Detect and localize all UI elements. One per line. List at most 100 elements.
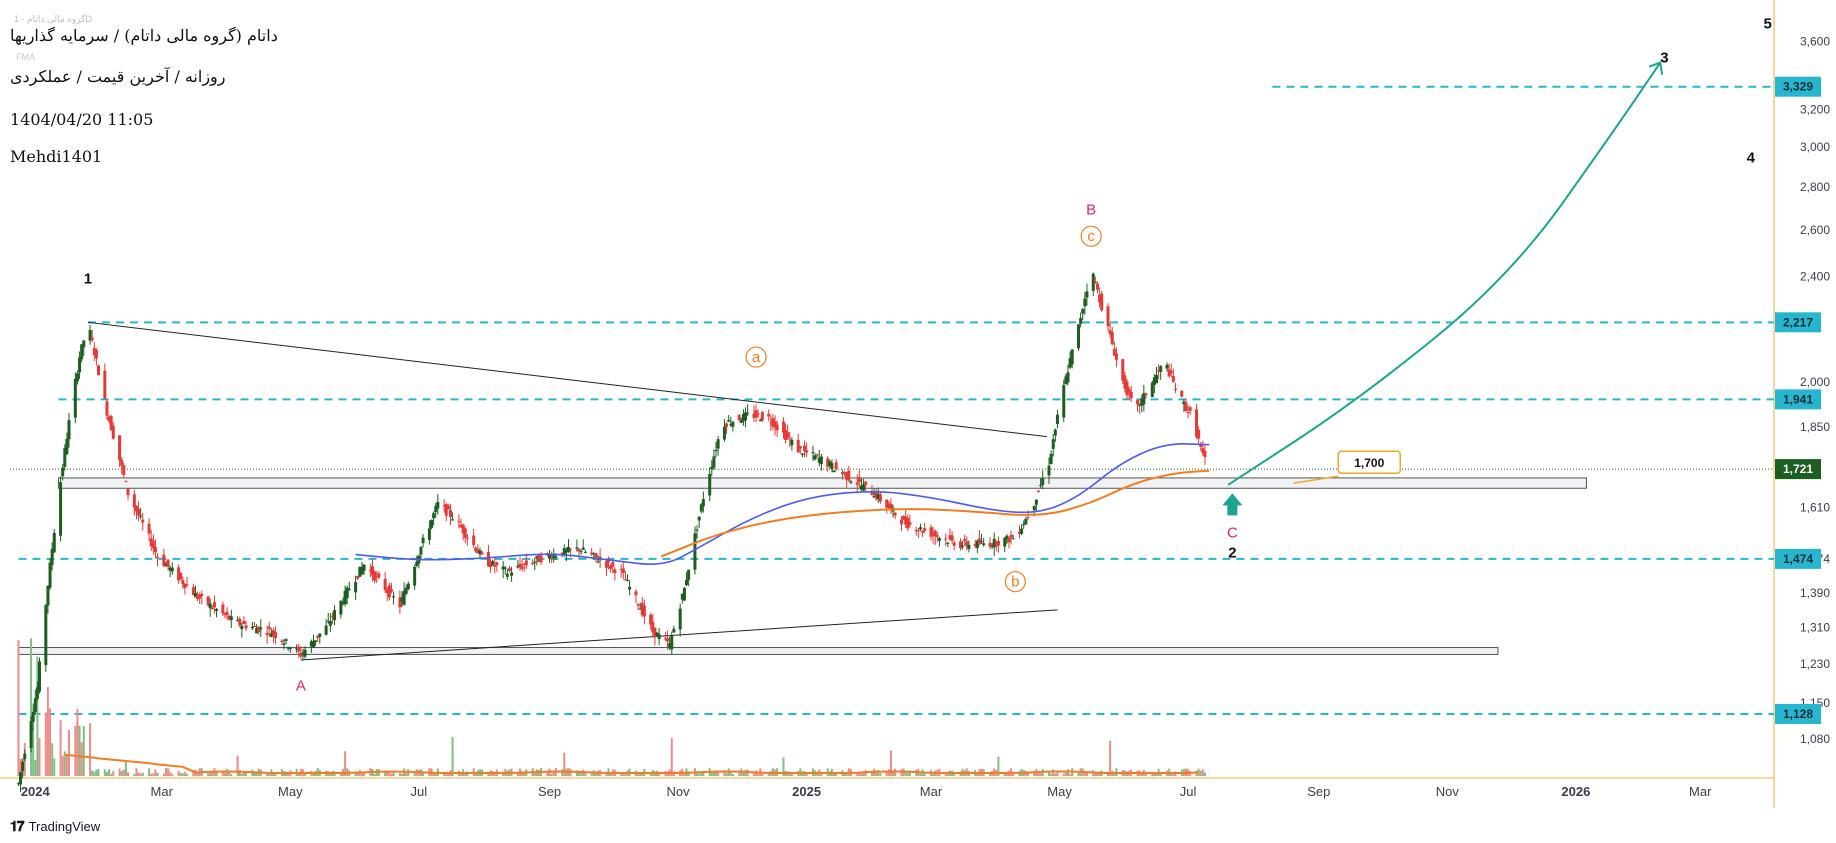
candle: [539, 555, 543, 563]
candle: [451, 519, 455, 521]
candle: [457, 521, 461, 523]
volume-bar: [550, 773, 553, 776]
chart-canvas[interactable]: 1,700 1 Aa b cB C 2 3 4 5 3,600 3,200 3,000 2,800 2,…: [0, 0, 1836, 843]
candle: [503, 567, 507, 569]
candle: [94, 350, 98, 359]
candle: [1026, 517, 1030, 519]
candle: [1173, 388, 1177, 390]
candle: [250, 626, 254, 629]
candle: [963, 539, 967, 541]
candle: [1184, 402, 1188, 411]
candle: [611, 562, 615, 567]
volume-bar: [108, 769, 111, 776]
tradingview-brand[interactable]: 𝟏𝟕 TradingView: [10, 818, 100, 835]
candle: [221, 604, 225, 614]
volume-bar: [186, 773, 189, 776]
candle: [1039, 484, 1043, 486]
y-tick-label: 1,310: [1800, 620, 1830, 634]
volume-bar: [135, 768, 138, 776]
volume-bar: [122, 769, 125, 776]
candle: [634, 591, 638, 596]
candle: [21, 761, 25, 772]
x-tick-label: Nov: [1436, 784, 1460, 799]
y-tick-label: 3,000: [1800, 140, 1830, 154]
moving-averages: [355, 443, 1210, 565]
candle: [282, 643, 286, 645]
candle: [775, 424, 779, 431]
candle: [805, 450, 809, 453]
candle: [1011, 538, 1015, 540]
candle: [958, 541, 962, 549]
candle: [118, 435, 122, 461]
candle: [790, 439, 794, 446]
candle: [377, 573, 381, 578]
candle: [716, 439, 720, 449]
candle: [156, 557, 160, 559]
ma-blue-line: [355, 443, 1210, 565]
volume-bar: [162, 773, 165, 776]
candle: [139, 515, 143, 517]
volume-bar: [919, 773, 922, 776]
candle: [577, 548, 581, 552]
candle: [712, 456, 716, 468]
candle: [701, 499, 705, 507]
volume-bar: [120, 771, 123, 776]
candle: [215, 609, 219, 611]
candle: [31, 711, 35, 722]
volume-bar: [1069, 773, 1072, 776]
candle: [952, 542, 956, 546]
wave-label: 2: [1228, 544, 1236, 561]
candle: [44, 605, 48, 666]
candle: [166, 559, 170, 567]
candle: [1081, 309, 1085, 314]
volume-bar: [177, 770, 180, 776]
x-tick-label: Sep: [538, 784, 561, 799]
candle: [259, 627, 263, 630]
volume-bar: [1151, 773, 1154, 776]
candle: [311, 641, 315, 648]
candle: [767, 413, 771, 417]
volume-bar: [133, 773, 136, 776]
volume-bar: [546, 772, 549, 776]
candle: [714, 450, 718, 452]
candle: [929, 527, 933, 537]
candle: [267, 626, 271, 629]
candle: [670, 636, 674, 650]
y-tick-label: 3,600: [1800, 34, 1830, 48]
volume-bar: [900, 769, 903, 776]
volume-bar: [561, 769, 564, 776]
y-tick-label: 3,200: [1800, 103, 1830, 117]
candle: [333, 610, 337, 621]
volume-bar: [112, 770, 115, 776]
candle: [996, 540, 1000, 546]
candle: [105, 401, 109, 416]
volume-bar: [49, 708, 52, 776]
chart-title: داتام (گروه مالی داتام) / سرمایه گذاریها: [10, 26, 278, 45]
candle: [465, 537, 469, 539]
volume-bar: [44, 712, 47, 776]
candle: [491, 561, 495, 565]
wave-label: 1: [84, 271, 92, 288]
volume-bar: [493, 773, 496, 776]
candle: [120, 459, 124, 466]
volume-bar: [906, 772, 909, 776]
candle: [1127, 389, 1131, 393]
candle: [183, 583, 187, 589]
volume-bar: [179, 772, 182, 776]
candle: [935, 535, 939, 537]
volume-bar: [731, 773, 734, 776]
volume-bar: [51, 743, 54, 776]
trendlines: [87, 321, 1058, 661]
volume-bar: [860, 773, 863, 776]
candle: [210, 608, 214, 610]
candle: [693, 533, 697, 570]
candle: [59, 482, 63, 536]
candle: [38, 661, 42, 692]
candle: [463, 528, 467, 538]
wave-label: b: [1011, 574, 1019, 591]
candle: [103, 370, 107, 399]
volume-bar: [97, 769, 100, 776]
wave-label: a: [752, 349, 761, 366]
candle: [472, 535, 476, 546]
candle: [657, 634, 661, 639]
